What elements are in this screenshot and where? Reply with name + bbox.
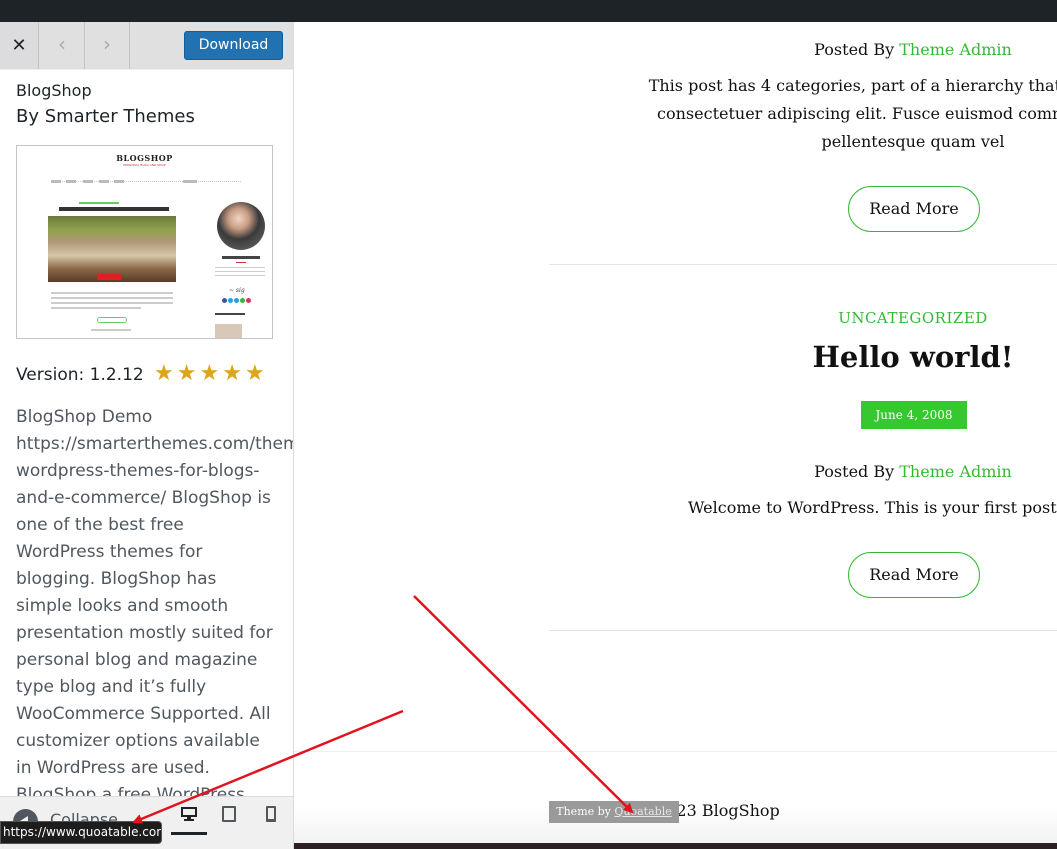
desktop-preview-icon[interactable] xyxy=(171,805,207,835)
window-bottom-edge xyxy=(294,843,1057,849)
thumbnail-category xyxy=(79,202,119,204)
thumbnail-text-line xyxy=(51,307,141,309)
theme-name: BlogShop xyxy=(16,81,92,100)
thumbnail-search xyxy=(183,180,197,183)
download-button[interactable]: Download xyxy=(184,31,283,60)
theme-credit-label: Theme by xyxy=(556,805,615,818)
thumbnail-nav-item xyxy=(51,180,61,183)
theme-details: BlogShop By Smarter Themes BLOGSHOP PERS… xyxy=(0,70,293,796)
post-excerpt-line: This post has 4 categories, part of a hi… xyxy=(648,76,1057,95)
thumbnail-sidebar-text xyxy=(215,267,265,268)
chevron-left-icon[interactable]: ‹ xyxy=(40,22,85,69)
thumbnail-sidebar-heading xyxy=(222,256,260,259)
thumbnail-nav-item xyxy=(83,180,93,183)
thumbnail-nav-item xyxy=(66,180,76,183)
theme-preview-frame: Posted By Theme Admin This post has 4 ca… xyxy=(294,22,1057,843)
thumbnail-social-icon xyxy=(234,298,239,303)
thumbnail-tagline: PERSONAL BLOG AND SHOP xyxy=(123,163,166,167)
posted-by-label: Posted By xyxy=(814,462,900,481)
thumbnail-post-title xyxy=(59,207,169,211)
thumbnail-social-icon xyxy=(228,298,233,303)
thumbnail-nav-item xyxy=(99,180,109,183)
theme-preview-sidebar: ✕ ‹ › Download BlogShop By Smarter Theme… xyxy=(0,22,294,849)
post-excerpt-line: pellentesque quam vel xyxy=(821,132,1005,151)
mobile-preview-icon[interactable] xyxy=(256,805,286,835)
close-icon[interactable]: ✕ xyxy=(0,22,39,69)
star-icon: ★ xyxy=(244,361,268,386)
site-footer: Copyright © 2023 BlogShop xyxy=(294,751,1057,843)
thumbnail-read-more xyxy=(97,317,127,323)
post-divider xyxy=(549,630,1057,631)
chevron-right-icon[interactable]: › xyxy=(85,22,130,69)
posted-by-label: Posted By xyxy=(814,40,900,59)
author-link[interactable]: Theme Admin xyxy=(899,462,1012,481)
read-more-button[interactable]: Read More xyxy=(848,552,980,598)
star-icon: ★ xyxy=(176,361,200,386)
theme-credit: Theme by Quoatable xyxy=(549,801,679,823)
thumbnail-social-icon xyxy=(240,298,245,303)
thumbnail-social-icon xyxy=(222,298,227,303)
thumbnail-nav-item xyxy=(114,180,124,183)
author-link[interactable]: Theme Admin xyxy=(899,40,1012,59)
post-divider xyxy=(549,264,1057,265)
rating-stars: ★★★★★ xyxy=(154,361,268,386)
thumbnail-post-image xyxy=(48,216,176,282)
sidebar-header: ✕ ‹ › Download xyxy=(0,22,293,69)
link-status-tooltip: https://www.quoatable.com xyxy=(0,821,162,844)
post-excerpt-line: consectetuer adipiscing elit. Fusce euis… xyxy=(657,104,1057,123)
theme-description: BlogShop Demo https://smarterthemes.com/… xyxy=(16,407,293,796)
thumbnail-sidebar-image xyxy=(215,324,242,338)
theme-author: By Smarter Themes xyxy=(16,106,195,127)
thumbnail-sidebar-text xyxy=(215,275,265,276)
thumbnail-heading-underline xyxy=(236,262,246,263)
thumbnail-image-label xyxy=(97,274,121,280)
thumbnail-text-line xyxy=(51,302,173,304)
read-more-button[interactable]: Read More xyxy=(848,186,980,232)
theme-credit-link[interactable]: Quoatable xyxy=(614,805,671,818)
post-excerpt-line: Welcome to WordPress. This is your first… xyxy=(688,498,1057,517)
thumbnail-avatar xyxy=(217,202,265,250)
star-icon: ★ xyxy=(199,361,223,386)
thumbnail-share-row xyxy=(91,329,131,331)
thumbnail-social-icon xyxy=(246,298,251,303)
star-icon: ★ xyxy=(154,361,177,386)
post-title[interactable]: Hello world! xyxy=(549,340,1057,374)
thumbnail-sidebar-heading xyxy=(215,313,245,315)
theme-version: Version: 1.2.12 xyxy=(16,365,144,385)
star-icon: ★ xyxy=(222,361,245,386)
tablet-preview-icon[interactable] xyxy=(214,805,244,835)
thumbnail-nav xyxy=(51,181,241,184)
thumbnail-text-line xyxy=(51,297,173,299)
thumbnail-text-line xyxy=(51,292,173,294)
post-date-badge: June 4, 2008 xyxy=(861,401,967,429)
post-meta: Posted By Theme Admin xyxy=(549,40,1057,59)
post-category[interactable]: UNCATEGORIZED xyxy=(549,309,1057,327)
thumbnail-logo: BLOGSHOP xyxy=(116,153,173,163)
theme-screenshot: BLOGSHOP PERSONAL BLOG AND SHOP ~ sig xyxy=(16,145,273,339)
thumbnail-sidebar-text xyxy=(215,271,265,272)
post-meta: Posted By Theme Admin xyxy=(549,462,1057,481)
thumbnail-signature: ~ sig xyxy=(229,287,245,294)
admin-top-bar xyxy=(0,0,1057,22)
